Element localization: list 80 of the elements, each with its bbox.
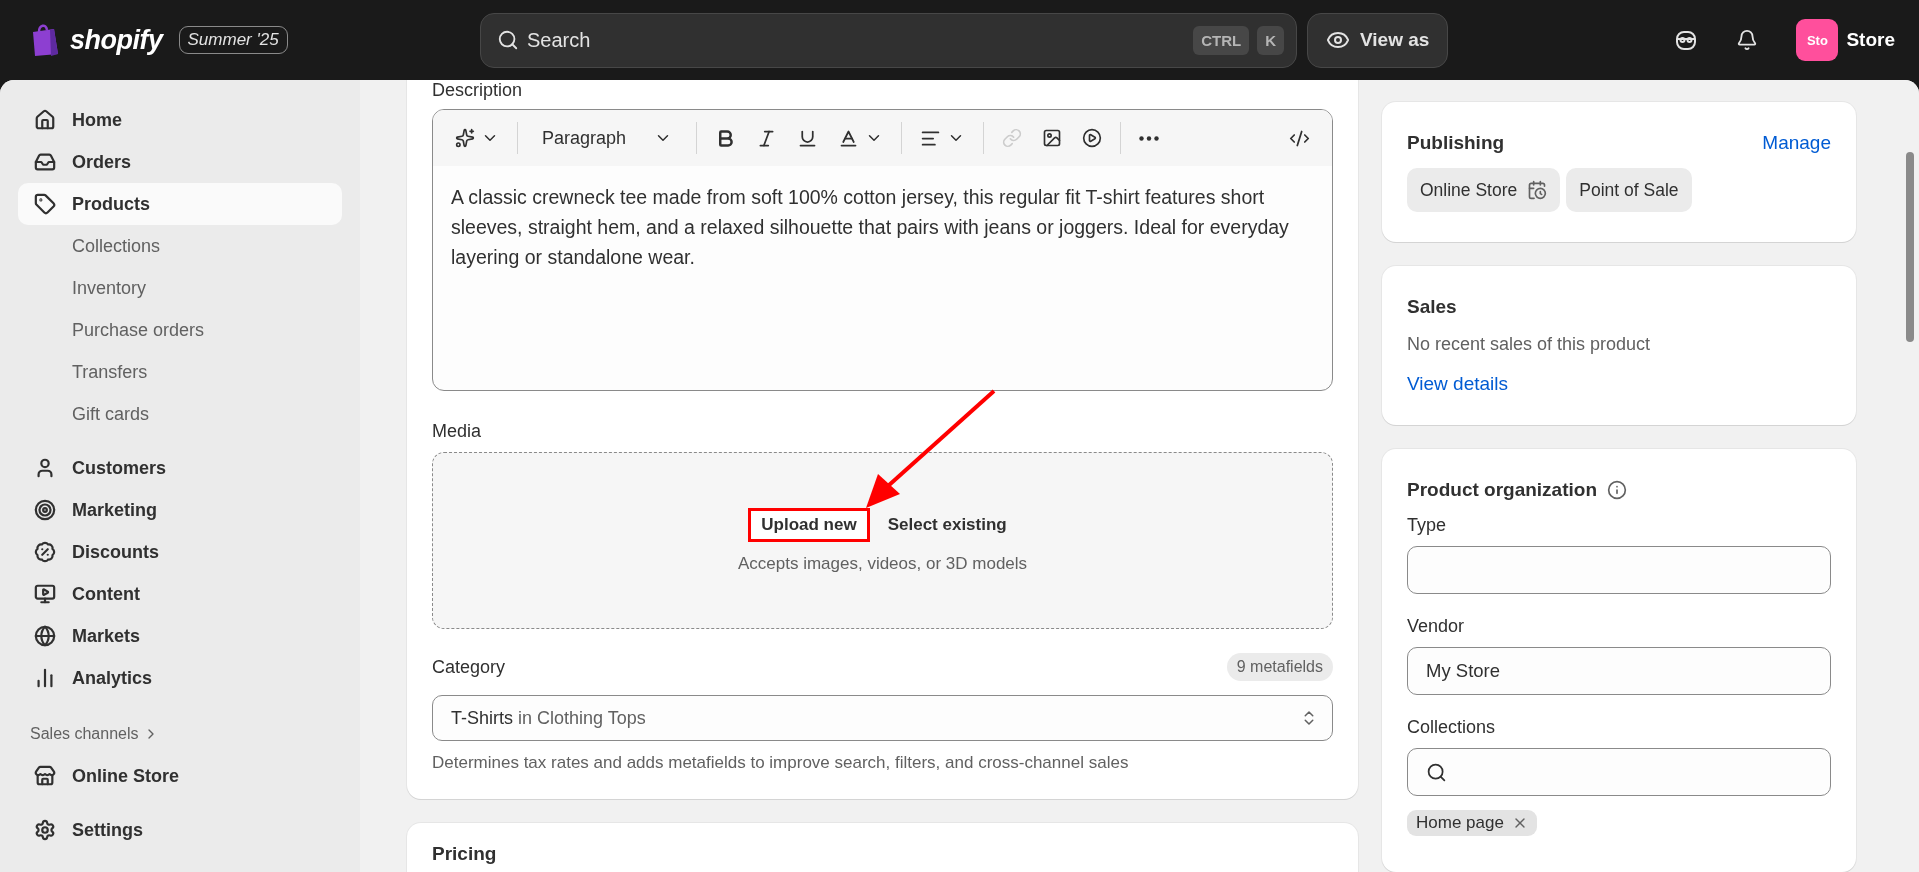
scrollbar-thumb[interactable] [1905, 152, 1914, 342]
sales-text: No recent sales of this product [1407, 334, 1652, 355]
collection-tag: Home page [1407, 810, 1537, 836]
tag-icon [34, 193, 56, 215]
search-icon [497, 29, 519, 51]
card-title: Pricing [432, 843, 498, 865]
bar-chart-icon [34, 667, 56, 689]
field-label: Media [432, 421, 483, 442]
sidebar-subitem[interactable]: Inventory [18, 267, 342, 309]
sidebar-item[interactable]: Markets [18, 615, 342, 657]
store-menu-button[interactable]: Sto Store [1796, 19, 1895, 61]
sidebar-item[interactable]: Settings [18, 809, 342, 851]
sidebar-item[interactable]: Discounts [18, 531, 342, 573]
card-title: Product organization [1407, 479, 1597, 501]
inbox-icon [34, 151, 56, 173]
sidebar-item[interactable]: Customers [18, 447, 342, 489]
target-icon [34, 499, 56, 521]
notifications-button[interactable] [1736, 29, 1759, 51]
monitor-icon [34, 583, 56, 605]
media-hint: Accepts images, videos, or 3D models [737, 553, 1028, 574]
sidebar-subitem[interactable]: Transfers [18, 351, 342, 393]
percent-badge-icon [34, 541, 56, 563]
view-as-button[interactable]: View as [1307, 12, 1449, 68]
shopping-bag-logo-icon [30, 23, 60, 57]
storefront-icon [34, 765, 56, 787]
sidebar-subitem[interactable]: Purchase orders [18, 309, 342, 351]
field-label: Category [432, 656, 506, 678]
select-existing-button[interactable]: Select existing [877, 510, 1017, 539]
field-label: Type [1407, 515, 1448, 536]
play-icon [1082, 128, 1103, 148]
text-input[interactable]: My Store [1407, 647, 1831, 695]
collections-search-field[interactable] [1407, 748, 1831, 796]
media-dropzone[interactable]: Upload new Select existing Accepts images, videos, or 3D models [432, 452, 1333, 629]
edition-badge: Summer '25 [178, 26, 288, 54]
globe-icon [34, 625, 56, 647]
shortcut-key: CTRL [1193, 25, 1250, 55]
sidebar-item[interactable]: Online Store [18, 755, 342, 797]
sidebar-item[interactable]: Orders [18, 141, 342, 183]
bell-icon [1736, 29, 1759, 51]
calendar-clock-icon [1527, 180, 1548, 200]
description-text: A classic crewneck tee made from soft 100% cotton jersey, this regular fit T-shirt features short sleeves, straight hem, and a relaxed silhouette that pairs with jeans or joggers. Ideal for everyday layering or standalone wear. [450, 185, 1290, 270]
sidebar-item[interactable]: Analytics [18, 657, 342, 699]
mascot-icon [1674, 28, 1699, 52]
channel-chip: Point of Sale [1566, 168, 1692, 212]
channel-chip: Online Store [1407, 168, 1561, 212]
store-avatar: Sto [1796, 19, 1839, 61]
metafields-badge: 9 metafields [1226, 653, 1333, 681]
text-input[interactable] [1407, 546, 1831, 594]
sidebar-item[interactable]: Products [18, 183, 342, 225]
card-title: Publishing [1407, 132, 1505, 154]
link-icon [1002, 128, 1023, 148]
settings-icon [34, 819, 56, 841]
sidebar-subitem[interactable]: Collections [18, 225, 342, 267]
card-title: Sales [1407, 296, 1458, 318]
view-details-link[interactable]: View details [1407, 373, 1831, 395]
brand-wordmark: shopify [70, 24, 163, 56]
category-select[interactable]: T-Shirts in Clothing Tops [432, 695, 1333, 741]
shortcut-key: K [1257, 25, 1284, 55]
sidebar-subitem[interactable]: Gift cards [18, 393, 342, 435]
sidebar-item[interactable]: Home [18, 99, 342, 141]
manage-link[interactable]: Manage [1762, 132, 1831, 154]
sidebar-item[interactable]: Marketing [18, 489, 342, 531]
person-icon [34, 457, 56, 479]
info-icon [1607, 480, 1627, 500]
search-icon [1426, 761, 1447, 783]
field-label: Vendor [1407, 616, 1466, 637]
home-icon [34, 109, 56, 131]
sparkles-icon [455, 128, 475, 148]
image-icon [1042, 128, 1063, 148]
sidebar-item[interactable]: Content [18, 573, 342, 615]
search-field[interactable]: Search CTRL K [480, 12, 1297, 68]
sales-channels-link[interactable]: Sales channels [18, 713, 342, 755]
upload-new-button[interactable]: Upload new [748, 507, 870, 542]
rich-text-editor[interactable] [432, 109, 1333, 391]
format-dropdown[interactable]: Paragraph [528, 121, 687, 155]
ellipsis-icon [1139, 135, 1160, 141]
help-text: Determines tax rates and adds metafields to improve search, filters, and cross-channel sales [432, 753, 1130, 773]
assistant-button[interactable] [1674, 28, 1699, 52]
field-label: Description [432, 80, 524, 101]
field-label: Collections [1407, 717, 1497, 738]
